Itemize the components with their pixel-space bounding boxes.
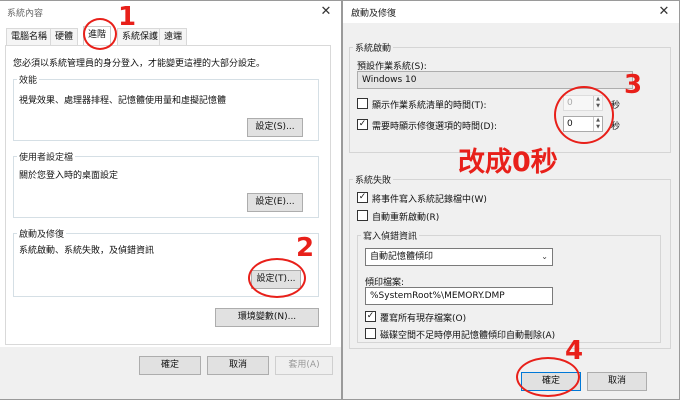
- performance-desc: 視覺效果、處理器排程、記憶體使用量和虛擬記憶體: [19, 96, 227, 106]
- annotation-circle-advanced-tab: [83, 18, 117, 50]
- write-event-checkbox[interactable]: ✓: [357, 192, 368, 203]
- overwrite-label: 覆寫所有現存檔案(O): [380, 314, 467, 324]
- tab-hardware[interactable]: 硬體: [50, 28, 79, 45]
- close-icon[interactable]: ✕: [317, 3, 335, 20]
- admin-notice: 您必須以系統管理員的身分登入，才能變更這裡的大部分設定。: [13, 59, 266, 69]
- startup-recovery-label: 啟動及修復: [17, 227, 67, 240]
- tab-remote[interactable]: 遠端: [159, 28, 188, 45]
- show-recovery-checkbox[interactable]: ✓: [357, 119, 368, 130]
- title-bar: 啟動及修復 ✕: [343, 1, 679, 23]
- debug-info-label: 寫入偵錯資訊: [361, 229, 420, 242]
- system-properties-window: 系統內容 ✕ 電腦名稱 硬體 進階 系統保護 遠端 您必須以系統管理員的身分登入…: [0, 0, 342, 400]
- environment-variables-button[interactable]: 環境變數(N)...: [215, 308, 319, 327]
- title-bar: 系統內容 ✕: [0, 1, 341, 23]
- left-cancel-button[interactable]: 取消: [207, 356, 269, 375]
- overwrite-checkbox[interactable]: ✓: [365, 311, 376, 322]
- tab-computer-name[interactable]: 電腦名稱: [6, 28, 53, 45]
- left-ok-button[interactable]: 確定: [139, 356, 201, 375]
- disable-auto-delete-checkbox[interactable]: [365, 328, 376, 339]
- auto-restart-label: 自動重新啟動(R): [372, 213, 440, 223]
- annotation-circle-time-values: [554, 86, 614, 144]
- dump-file-input[interactable]: %SystemRoot%\MEMORY.DMP: [365, 287, 553, 305]
- show-recovery-label: 需要時顯示修復選項的時間(D):: [372, 122, 497, 132]
- right-cancel-button[interactable]: 取消: [587, 372, 647, 391]
- user-profiles-desc: 關於您登入時的桌面設定: [19, 171, 119, 181]
- annotation-circle-settings-button: [248, 258, 306, 298]
- window-title: 啟動及修復: [351, 9, 397, 19]
- close-icon[interactable]: ✕: [655, 3, 673, 20]
- annotation-number-1: 1: [118, 2, 137, 32]
- startup-recovery-window: 啟動及修復 ✕ 系統啟動 預設作業系統(S): Windows 10 顯示作業系…: [342, 0, 680, 400]
- debug-type-value: 自動記憶體傾印: [370, 252, 434, 262]
- auto-restart-checkbox[interactable]: [357, 210, 368, 221]
- user-profiles-label: 使用者設定檔: [17, 150, 76, 163]
- performance-label: 效能: [17, 73, 40, 86]
- show-os-list-checkbox[interactable]: [357, 98, 368, 109]
- startup-recovery-desc: 系統啟動、系統失敗，及偵錯資訊: [19, 246, 155, 256]
- annotation-number-2: 2: [296, 233, 315, 263]
- performance-settings-button[interactable]: 設定(S)...: [247, 118, 303, 137]
- chevron-down-icon[interactable]: ⌄: [541, 249, 548, 265]
- debug-type-select[interactable]: 自動記憶體傾印 ⌄: [365, 248, 553, 266]
- apply-button[interactable]: 套用(A): [275, 356, 333, 375]
- window-title: 系統內容: [7, 9, 44, 19]
- annotation-number-3: 3: [624, 70, 643, 100]
- show-os-list-label: 顯示作業系統清單的時間(T):: [372, 101, 487, 111]
- user-profiles-settings-button[interactable]: 設定(E)...: [247, 193, 303, 212]
- disable-auto-delete-label: 磁碟空間不足時停用記憶體傾印自動刪除(A): [380, 331, 556, 341]
- annotation-number-4: 4: [565, 336, 584, 366]
- system-failure-label: 系統失敗: [353, 173, 394, 186]
- system-startup-label: 系統啟動: [353, 41, 394, 54]
- write-event-label: 將事件寫入系統記錄檔中(W): [372, 195, 487, 205]
- annotation-note: 改成0秒: [458, 147, 558, 178]
